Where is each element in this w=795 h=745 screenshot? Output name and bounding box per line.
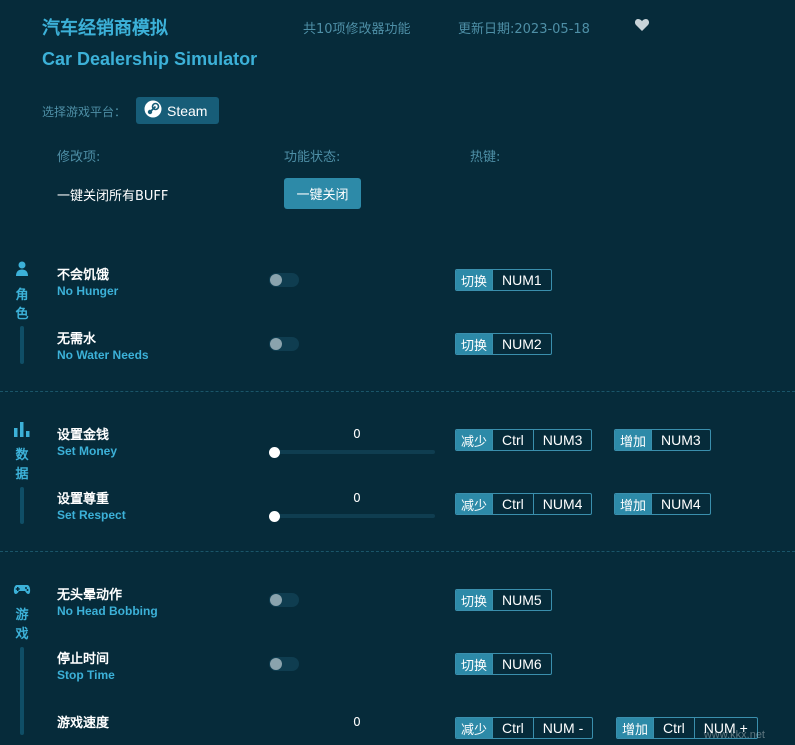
col-status-header: 功能状态:	[284, 150, 341, 165]
hotkey-key: NUM1	[492, 270, 551, 290]
set-money-slider[interactable]	[275, 450, 435, 454]
hotkey-modifier: Ctrl	[653, 718, 694, 738]
no-water-label: 无需水	[57, 332, 97, 347]
set-respect-label-en: Set Respect	[57, 508, 126, 522]
hotkey-modifier: Ctrl	[492, 718, 533, 738]
no-head-bob-toggle[interactable]	[269, 593, 299, 607]
game-speed-label: 游戏速度	[57, 716, 110, 731]
hotkey-tag: 增加	[615, 430, 652, 450]
hotkey-key: NUM3	[651, 430, 710, 450]
hotkey-tag: 减少	[456, 718, 493, 738]
hotkey-key: NUM -	[532, 718, 592, 738]
hotkey-tag: 减少	[456, 494, 493, 514]
character-icon	[13, 260, 31, 278]
no-hunger-label-en: No Hunger	[57, 284, 119, 298]
section-data-label: 数据	[15, 448, 29, 482]
game-speed-value: 0	[353, 715, 361, 729]
hotkey-key: NUM3	[532, 430, 592, 450]
section-character-label: 角色	[15, 288, 29, 322]
hotkey-key: NUM4	[651, 494, 710, 514]
hotkey-tag: 切换	[456, 334, 493, 354]
set-money-slider-handle[interactable]	[269, 447, 280, 458]
hotkey-modifier: Ctrl	[492, 430, 533, 450]
hotkey-tag: 减少	[456, 430, 493, 450]
no-water-toggle[interactable]	[269, 337, 299, 351]
feature-count: 共10项修改器功能	[303, 22, 411, 37]
section-game-label: 游戏	[15, 608, 29, 642]
all-off-button[interactable]: 一键关闭	[284, 178, 361, 209]
no-hunger-label: 不会饥饿	[57, 268, 110, 283]
hotkey-tag: 切换	[456, 590, 493, 610]
set-money-value: 0	[353, 427, 361, 441]
no-hunger-toggle[interactable]	[269, 273, 299, 287]
heart-icon[interactable]	[634, 17, 650, 33]
all-off-label: 一键关闭所有BUFF	[57, 189, 169, 204]
stop-time-label-en: Stop Time	[57, 668, 115, 682]
page-title-cn: 汽车经销商模拟	[42, 18, 168, 39]
no-water-hotkey[interactable]: 切换 NUM2	[455, 333, 552, 355]
set-money-decrease-hotkey[interactable]: 减少 Ctrl NUM3	[455, 429, 593, 451]
no-head-bob-label: 无头晕动作	[57, 588, 123, 603]
section-data-bar	[20, 487, 24, 524]
hotkey-tag: 增加	[617, 718, 654, 738]
hotkey-key: NUM2	[492, 334, 551, 354]
set-money-label-en: Set Money	[57, 444, 118, 458]
gamepad-icon	[13, 580, 31, 598]
hotkey-key: NUM6	[492, 654, 551, 674]
no-head-bob-hotkey[interactable]: 切换 NUM5	[455, 589, 552, 611]
section-character-bar	[20, 326, 24, 364]
set-respect-slider[interactable]	[275, 514, 435, 518]
bar-chart-icon	[13, 420, 31, 438]
hotkey-tag: 切换	[456, 270, 493, 290]
stop-time-toggle[interactable]	[269, 657, 299, 671]
platform-label: 选择游戏平台：	[42, 105, 127, 119]
section-divider	[0, 551, 795, 552]
steam-icon	[144, 100, 162, 121]
hotkey-tag: 切换	[456, 654, 493, 674]
section-divider	[0, 391, 795, 392]
set-respect-label: 设置尊重	[57, 492, 110, 507]
page-title-en: Car Dealership Simulator	[42, 49, 258, 69]
update-date: 更新日期:2023-05-18	[458, 22, 590, 37]
hotkey-modifier: Ctrl	[492, 494, 533, 514]
hotkey-tag: 增加	[615, 494, 652, 514]
set-respect-value: 0	[353, 491, 361, 505]
no-water-label-en: No Water Needs	[57, 348, 149, 362]
set-money-label: 设置金钱	[57, 428, 110, 443]
no-head-bob-label-en: No Head Bobbing	[57, 604, 158, 618]
steam-label: Steam	[167, 102, 208, 119]
col-item-header: 修改项:	[57, 150, 101, 165]
section-game-bar	[20, 647, 24, 735]
stop-time-label: 停止时间	[57, 652, 110, 667]
set-respect-increase-hotkey[interactable]: 增加 NUM4	[614, 493, 711, 515]
no-hunger-hotkey[interactable]: 切换 NUM1	[455, 269, 552, 291]
set-respect-slider-handle[interactable]	[269, 511, 280, 522]
steam-platform-button[interactable]: Steam	[136, 97, 219, 124]
stop-time-hotkey[interactable]: 切换 NUM6	[455, 653, 552, 675]
set-respect-decrease-hotkey[interactable]: 减少 Ctrl NUM4	[455, 493, 593, 515]
hotkey-key: NUM4	[532, 494, 592, 514]
watermark: www.kkx.net	[703, 729, 765, 741]
set-money-increase-hotkey[interactable]: 增加 NUM3	[614, 429, 711, 451]
col-hotkey-header: 热键:	[470, 150, 501, 165]
hotkey-key: NUM5	[492, 590, 551, 610]
game-speed-decrease-hotkey[interactable]: 减少 Ctrl NUM -	[455, 717, 594, 739]
